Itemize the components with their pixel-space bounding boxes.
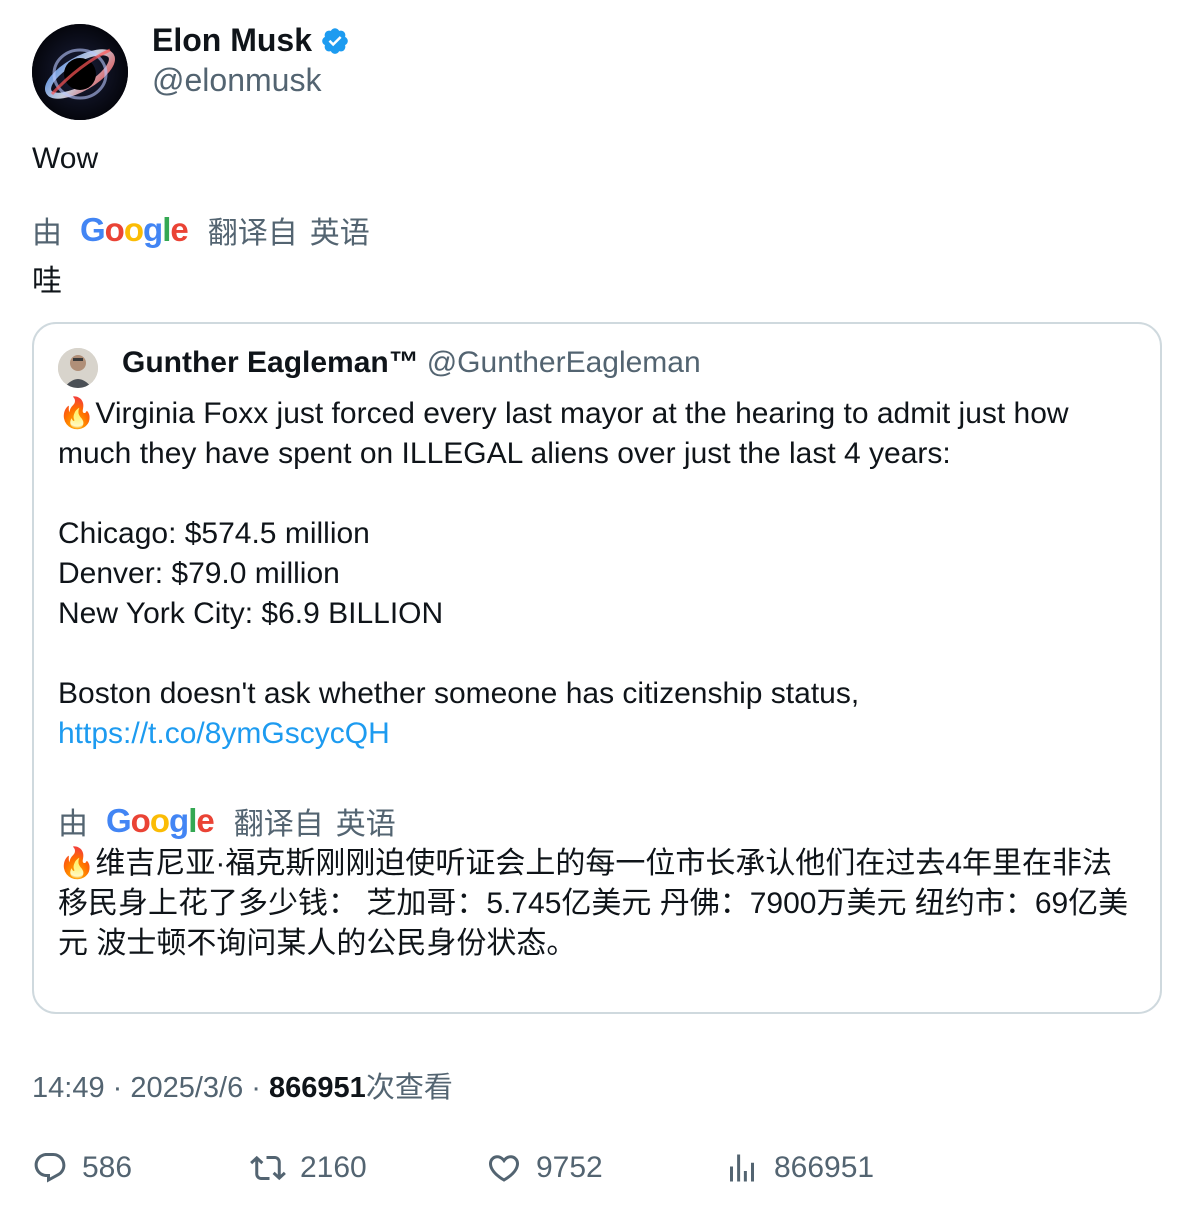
- quoted-line-denver: Denver: $79.0 million: [58, 557, 340, 590]
- quoted-line-boston: Boston doesn't ask whether someone has c…: [58, 677, 860, 710]
- quoted-translation-by-label: 由: [58, 808, 88, 841]
- retweet-button[interactable]: 2160: [250, 1150, 367, 1186]
- google-logo: Google: [80, 211, 189, 248]
- translated-text: 哇: [32, 265, 62, 298]
- tweet-time[interactable]: 14:49: [32, 1072, 105, 1104]
- person-avatar-image: [58, 348, 98, 388]
- tweet-text: Wow: [32, 142, 99, 175]
- quoted-tweet-text: 🔥Virginia Foxx just forced every last ma…: [58, 394, 1143, 754]
- quoted-translation-from-label: 翻译自: [233, 808, 324, 841]
- author-handle[interactable]: @elonmusk: [152, 62, 321, 99]
- black-hole-avatar-image: [32, 24, 128, 120]
- quoted-author-handle[interactable]: @GuntherEagleman: [427, 346, 701, 379]
- reply-count: 586: [82, 1151, 133, 1184]
- like-count: 9752: [536, 1151, 603, 1184]
- tweet-date[interactable]: 2025/3/6: [130, 1072, 243, 1104]
- quoted-author-row[interactable]: Gunther Eagleman™ @GuntherEagleman: [122, 346, 701, 380]
- heart-icon: [488, 1155, 520, 1182]
- author-name-row[interactable]: Elon Musk: [152, 22, 350, 59]
- like-button[interactable]: 9752: [486, 1150, 603, 1186]
- quoted-intro: 🔥Virginia Foxx just forced every last ma…: [58, 397, 1069, 470]
- quoted-google-logo: Google: [106, 802, 215, 839]
- reply-icon: [34, 1153, 66, 1183]
- translation-by-label: 由: [32, 217, 62, 250]
- view-count: 866951: [269, 1072, 366, 1104]
- quoted-tweet-card[interactable]: Gunther Eagleman™ @GuntherEagleman 🔥Virgi…: [32, 322, 1162, 1014]
- quoted-translation-attribution: 由 Google 翻译自 英语: [58, 799, 396, 843]
- quoted-translation-language: 英语: [335, 808, 396, 841]
- translation-attribution: 由 Google 翻译自 英语: [32, 208, 370, 252]
- author-avatar[interactable]: [32, 24, 128, 120]
- translation-from-label: 翻译自: [207, 217, 298, 250]
- retweet-count: 2160: [300, 1151, 367, 1184]
- views-button[interactable]: 866951: [724, 1150, 874, 1186]
- quoted-line-nyc: New York City: $6.9 BILLION: [58, 597, 444, 630]
- author-name[interactable]: Elon Musk: [152, 22, 312, 59]
- quoted-link[interactable]: https://t.co/8ymGscycQH: [58, 717, 390, 750]
- tweet-meta: 14:49 · 2025/3/6 · 866951次查看: [32, 1072, 453, 1104]
- quoted-line-chicago: Chicago: $574.5 million: [58, 517, 370, 550]
- retweet-icon: [250, 1155, 286, 1181]
- reply-button[interactable]: 586: [32, 1150, 132, 1186]
- quoted-translated-text: 🔥维吉尼亚·福克斯刚刚迫使听证会上的每一位市长承认他们在过去4年里在非法移民身上…: [58, 847, 1129, 960]
- translation-language: 英语: [309, 217, 370, 250]
- views-bar-chart-icon: [730, 1154, 754, 1182]
- view-count-label: 次查看: [365, 1072, 453, 1104]
- views-count: 866951: [774, 1151, 875, 1184]
- quoted-author-avatar[interactable]: [58, 348, 98, 388]
- quoted-author-name[interactable]: Gunther Eagleman™: [122, 346, 419, 379]
- verified-badge-icon: [322, 27, 348, 54]
